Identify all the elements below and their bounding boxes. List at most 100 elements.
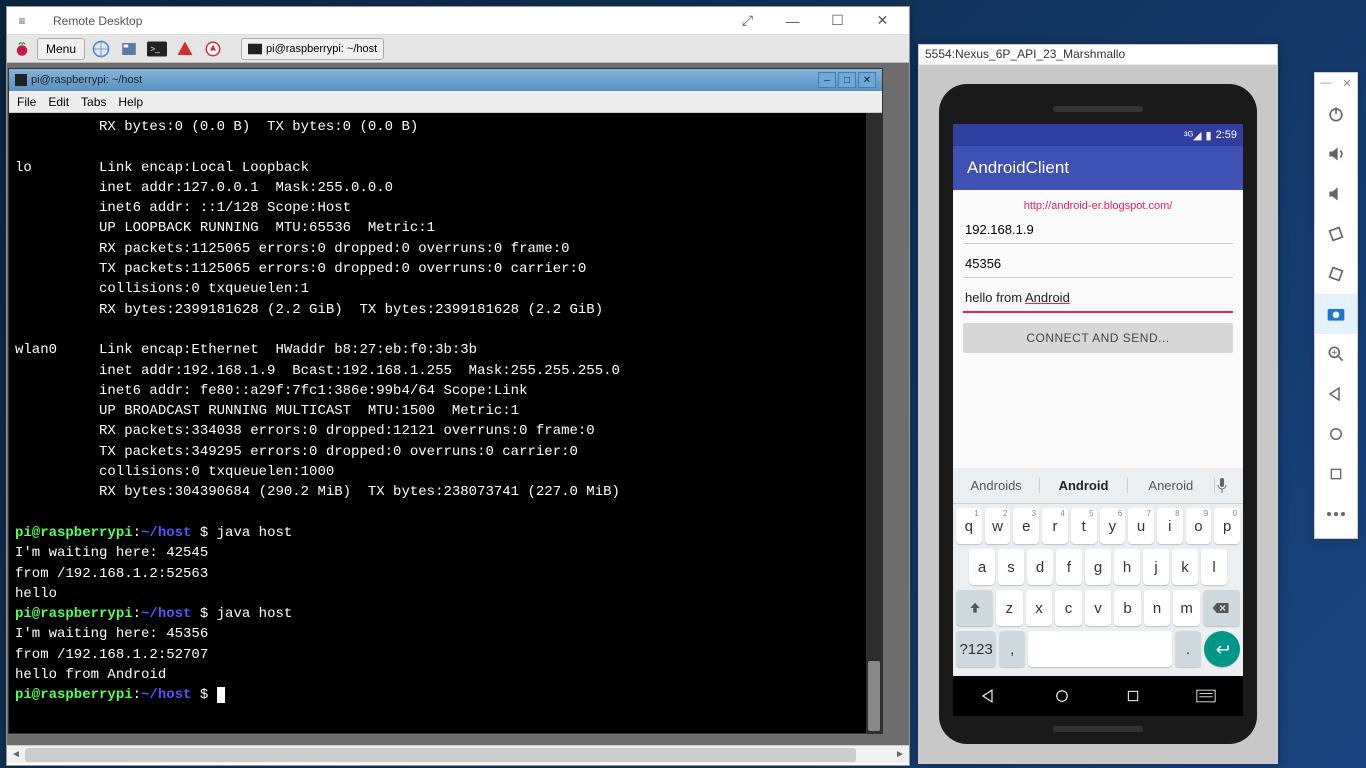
mathematica-icon[interactable] [173, 37, 197, 61]
terminal-body[interactable]: RX bytes:0 (0.0 B) TX bytes:0 (0.0 B) lo… [9, 113, 882, 733]
key-z[interactable]: z [996, 590, 1023, 626]
volume-up-icon[interactable] [1315, 134, 1357, 174]
keyboard-suggestions: Androids Android Aneroid [953, 468, 1243, 504]
rdp-titlebar[interactable]: ≡ Remote Desktop ⤢ — ☐ ✕ [7, 7, 909, 35]
period-key[interactable]: . [1175, 631, 1201, 667]
key-u[interactable]: u7 [1128, 508, 1154, 544]
nav-recent-icon[interactable] [1125, 688, 1141, 704]
key-v[interactable]: v [1085, 590, 1112, 626]
power-icon[interactable] [1315, 94, 1357, 134]
key-h[interactable]: h [1114, 549, 1140, 585]
key-d[interactable]: d [1027, 549, 1053, 585]
scroll-left-button[interactable]: ◄ [7, 746, 25, 763]
volume-down-icon[interactable] [1315, 174, 1357, 214]
key-b[interactable]: b [1114, 590, 1141, 626]
speaker-bottom-icon [1053, 726, 1143, 732]
app-content: http://android-er.blogspot.com/ hello fr… [953, 190, 1243, 468]
key-g[interactable]: g [1085, 549, 1111, 585]
hamburger-icon[interactable]: ≡ [11, 14, 33, 28]
message-input[interactable]: hello from Android [963, 284, 1233, 313]
filemanager-icon[interactable] [117, 37, 141, 61]
minimize-button[interactable]: — [770, 7, 815, 35]
key-w[interactable]: w2 [985, 508, 1011, 544]
key-m[interactable]: m [1173, 590, 1200, 626]
ip-input[interactable] [963, 216, 1233, 244]
more-icon[interactable] [1315, 494, 1357, 534]
resize-button[interactable]: ⤢ [725, 7, 770, 35]
close-button[interactable]: ✕ [860, 7, 905, 35]
key-l[interactable]: l [1201, 549, 1227, 585]
key-p[interactable]: p0 [1214, 508, 1240, 544]
space-key[interactable] [1028, 631, 1172, 667]
term-minimize-button[interactable]: – [818, 72, 836, 88]
toolbar-minimize-icon[interactable]: — [1320, 77, 1331, 90]
terminal-title-icon [15, 74, 27, 86]
raspberry-logo-icon[interactable] [11, 38, 33, 60]
status-time: 2:59 [1216, 129, 1237, 141]
wolfram-icon[interactable] [201, 37, 225, 61]
key-e[interactable]: e3 [1013, 508, 1039, 544]
maximize-button[interactable]: ☐ [815, 7, 860, 35]
app-title: AndroidClient [967, 158, 1069, 178]
key-t[interactable]: t5 [1071, 508, 1097, 544]
rdp-horizontal-scrollbar[interactable]: ◄ ► [7, 745, 909, 763]
key-o[interactable]: o9 [1186, 508, 1212, 544]
scroll-right-button[interactable]: ► [891, 746, 909, 763]
connect-send-button[interactable]: CONNECT AND SEND... [963, 323, 1233, 353]
scroll-thumb[interactable] [25, 748, 856, 762]
terminal-icon[interactable]: >_ [145, 37, 169, 61]
key-c[interactable]: c [1055, 590, 1082, 626]
overview-icon[interactable] [1315, 454, 1357, 494]
camera-icon[interactable] [1315, 294, 1357, 334]
key-a[interactable]: a [969, 549, 995, 585]
key-y[interactable]: y6 [1100, 508, 1126, 544]
toolbar-close-icon[interactable]: ✕ [1342, 77, 1351, 90]
mic-icon[interactable] [1215, 477, 1243, 495]
back-icon[interactable] [1315, 374, 1357, 414]
key-r[interactable]: r4 [1042, 508, 1068, 544]
nav-keyboard-icon[interactable] [1196, 689, 1216, 703]
scroll-track[interactable] [25, 746, 891, 763]
browser-icon[interactable] [89, 37, 113, 61]
url-label: http://android-er.blogspot.com/ [963, 196, 1233, 216]
emulator-window: 5554:Nexus_6P_API_23_Marshmallo ³ᴳ◢ ▮ 2:… [918, 44, 1278, 764]
rotate-left-icon[interactable] [1315, 214, 1357, 254]
pi-desktop: Menu >_ pi@raspberrypi: ~/host pi@raspbe… [7, 35, 909, 745]
suggestion-left[interactable]: Androids [953, 478, 1040, 493]
shift-key[interactable] [956, 590, 993, 626]
suggestion-right[interactable]: Aneroid [1128, 478, 1215, 493]
key-s[interactable]: s [998, 549, 1024, 585]
phone-frame: ³ᴳ◢ ▮ 2:59 AndroidClient http://android-… [939, 84, 1257, 744]
menu-tabs[interactable]: Tabs [81, 95, 106, 109]
enter-key[interactable] [1204, 631, 1240, 667]
home-icon[interactable] [1315, 414, 1357, 454]
key-j[interactable]: j [1143, 549, 1169, 585]
menu-edit[interactable]: Edit [48, 95, 69, 109]
term-close-button[interactable]: ✕ [858, 72, 876, 88]
key-q[interactable]: q1 [956, 508, 982, 544]
taskbar-terminal-item[interactable]: pi@raspberrypi: ~/host [241, 38, 384, 60]
backspace-key[interactable] [1203, 590, 1240, 626]
menu-button[interactable]: Menu [37, 38, 85, 60]
menu-help[interactable]: Help [118, 95, 143, 109]
speaker-icon [1053, 106, 1143, 112]
port-input[interactable] [963, 250, 1233, 278]
term-maximize-button[interactable]: □ [838, 72, 856, 88]
symbols-key[interactable]: ?123 [956, 631, 996, 667]
key-i[interactable]: i8 [1157, 508, 1183, 544]
key-k[interactable]: k [1172, 549, 1198, 585]
emulator-titlebar[interactable]: 5554:Nexus_6P_API_23_Marshmallo [919, 45, 1277, 65]
soft-keyboard: Androids Android Aneroid q1w2e3r4t5y6u7i… [953, 468, 1243, 676]
suggestion-center[interactable]: Android [1040, 478, 1127, 493]
rotate-right-icon[interactable] [1315, 254, 1357, 294]
key-f[interactable]: f [1056, 549, 1082, 585]
menu-file[interactable]: File [17, 95, 36, 109]
svg-text:>_: >_ [150, 43, 160, 53]
nav-back-icon[interactable] [980, 687, 998, 705]
key-x[interactable]: x [1026, 590, 1053, 626]
nav-home-icon[interactable] [1053, 687, 1071, 705]
zoom-icon[interactable] [1315, 334, 1357, 374]
comma-key[interactable]: , [999, 631, 1025, 667]
terminal-titlebar[interactable]: pi@raspberrypi: ~/host – □ ✕ [9, 69, 882, 91]
key-n[interactable]: n [1144, 590, 1171, 626]
